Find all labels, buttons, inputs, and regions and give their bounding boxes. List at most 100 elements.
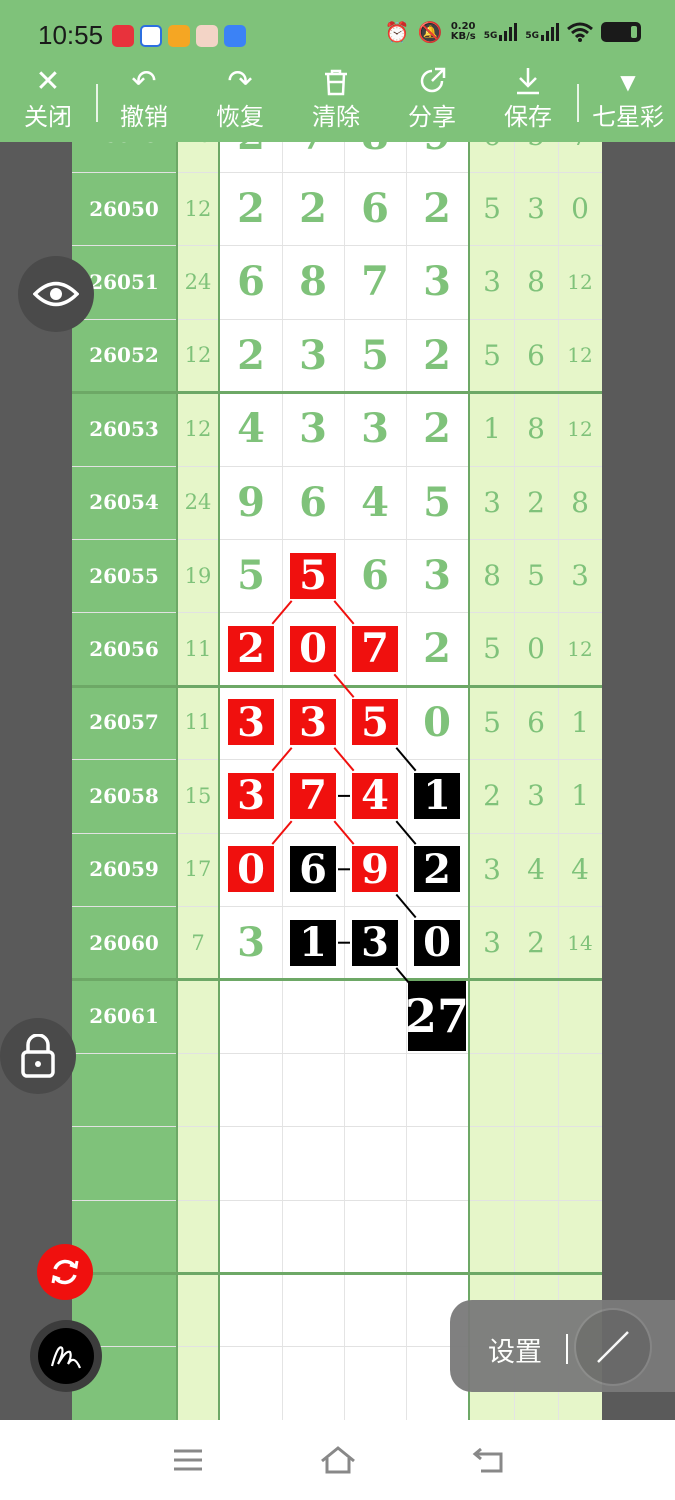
home-nav-button[interactable] <box>318 1442 358 1478</box>
save-button[interactable]: 保存 <box>488 62 568 142</box>
red-marked-digit: 4 <box>352 772 398 819</box>
digit-cell: 5 <box>344 686 406 759</box>
digit-cell: 6 <box>237 258 265 306</box>
sum-cell: 11 <box>184 710 212 735</box>
tail-cell: 8 <box>571 485 589 519</box>
table-row: 26051 24 6 8 7 3 3 8 12 <box>72 245 602 318</box>
tail-cell: 6 <box>470 142 514 172</box>
line-tool-icon <box>597 1331 629 1363</box>
digit-cell: 2 <box>220 142 282 172</box>
period-cell: 26056 <box>89 636 159 661</box>
sum-cell: 7 <box>191 930 205 955</box>
digit-cell: 5 <box>282 539 344 612</box>
digit-cell: 5 <box>361 331 389 379</box>
back-nav-button[interactable] <box>468 1442 508 1478</box>
digit-cell: 2 <box>299 185 327 232</box>
table-row: 26050 12 2 2 6 2 5 3 0 <box>72 172 602 245</box>
refresh-icon <box>51 1259 79 1285</box>
tail-cell: 5 <box>483 338 501 372</box>
menu-nav-button[interactable] <box>168 1442 208 1478</box>
menu-icon <box>174 1449 202 1471</box>
digit-cell: 2 <box>423 185 451 232</box>
close-button[interactable]: ✕ 关闭 <box>8 62 88 142</box>
digit-cell: 0 <box>423 698 451 746</box>
digit-cell: 2 <box>406 833 468 906</box>
eye-toggle-button[interactable] <box>18 256 94 332</box>
digit-cell: 4 <box>344 759 406 832</box>
digit-cell: 2 <box>423 331 451 379</box>
lock-icon <box>21 1034 55 1078</box>
tail-cell: 3 <box>483 265 501 299</box>
tail-cell: 2 <box>527 485 545 519</box>
digit-cell: 7 <box>361 258 389 306</box>
avatar-app-icon <box>196 25 218 47</box>
sum-cell: 17 <box>184 857 212 882</box>
tail-cell: 3 <box>483 485 501 519</box>
sum-cell: 11 <box>184 636 212 661</box>
digit-cell: 0 <box>220 833 282 906</box>
table-row: 26054 24 9 6 4 5 3 2 8 <box>72 466 602 539</box>
tail-cell: 1 <box>571 705 589 739</box>
settings-divider <box>566 1334 568 1364</box>
toolbar: ✕ 关闭 ↶ 撤销 ↷ 恢复 清除 分享 保存 ▼ 七星彩 <box>0 62 675 142</box>
red-marked-digit: 3 <box>228 772 274 819</box>
table-row: 26049202789657 <box>72 142 602 172</box>
table-row: 26059 17 0 6 9 2 3 4 4 <box>72 833 602 906</box>
digit-cell: 0 <box>282 612 344 685</box>
refresh-button[interactable] <box>37 1244 93 1300</box>
lottery-type-dropdown[interactable]: ▼ 七星彩 <box>586 62 670 142</box>
sum-cell: 20 <box>178 142 218 172</box>
digit-cell: 6 <box>282 833 344 906</box>
sum-cell: 12 <box>184 416 212 441</box>
period-cell: 26057 <box>89 710 159 735</box>
digit-cell: 3 <box>423 552 451 599</box>
undo-button[interactable]: ↶ 撤销 <box>104 62 184 142</box>
settings-button[interactable]: 设置 <box>488 1330 542 1369</box>
digit-cell: 3 <box>237 919 265 966</box>
tail-cell: 3 <box>527 779 545 813</box>
period-cell: 26055 <box>89 563 159 588</box>
line-tool-button[interactable] <box>576 1310 650 1384</box>
download-icon <box>488 62 568 100</box>
digit-cell: 2 <box>220 612 282 685</box>
digit-cell: 6 <box>361 552 389 599</box>
digit-cell: 8 <box>344 142 406 172</box>
digit-cell: 2 <box>423 405 451 453</box>
digit-cell: 7 <box>282 142 344 172</box>
tail-cell: 5 <box>483 632 501 666</box>
signal-label-2: 5G <box>525 31 539 41</box>
grid-line-horizontal <box>72 1126 602 1128</box>
share-button[interactable]: 分享 <box>392 62 472 142</box>
digit-cell: 3 <box>220 686 282 759</box>
sum-cell: 24 <box>184 490 212 515</box>
digit-cell: 5 <box>237 552 265 599</box>
trend-chart[interactable]: 2604920278965726050122262530260512468733… <box>72 142 602 1420</box>
signature-button[interactable] <box>30 1320 102 1392</box>
signal-bars-icon <box>541 23 559 41</box>
clear-button[interactable]: 清除 <box>296 62 376 142</box>
redo-button[interactable]: ↷ 恢复 <box>200 62 280 142</box>
red-marked-digit: 9 <box>352 846 398 893</box>
network-speed: 0.20 KB/s <box>451 22 476 42</box>
tail-cell <box>514 979 558 1052</box>
period-cell: 26050 <box>89 196 159 221</box>
notification-app-icons <box>112 25 246 47</box>
close-icon: ✕ <box>35 64 61 99</box>
home-icon <box>321 1446 355 1474</box>
tail-cell: 3 <box>483 852 501 886</box>
status-time: 10:55 <box>38 20 104 50</box>
digit-cell: 3 <box>282 686 344 759</box>
tail-cell: 5 <box>514 142 558 172</box>
clear-label: 清除 <box>312 103 360 131</box>
video-app-icon <box>168 25 190 47</box>
digit-cell: 3 <box>423 258 451 306</box>
group-divider-line <box>72 1272 602 1275</box>
black-marked-digit: 6 <box>290 846 336 893</box>
tail-cell <box>558 979 602 1052</box>
share-label: 分享 <box>408 103 456 131</box>
digit-cell: 7 <box>344 612 406 685</box>
black-marked-digit: 0 <box>414 919 460 966</box>
red-marked-digit: 7 <box>352 625 398 672</box>
tail-cell: 2 <box>483 779 501 813</box>
lock-button[interactable] <box>0 1018 76 1094</box>
